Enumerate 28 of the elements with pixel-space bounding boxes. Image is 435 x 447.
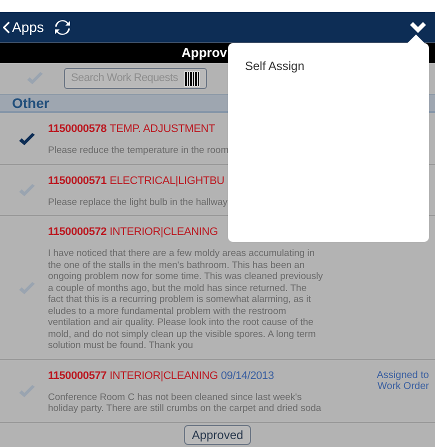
request-category: ELECTRICAL|LIGHTBU <box>110 174 224 188</box>
check-icon[interactable] <box>18 282 36 296</box>
request-description: Please reduce the temperature in the room <box>48 145 230 156</box>
request-category: INTERIOR|CLEANING <box>110 226 218 239</box>
request-number[interactable]: 1150000571 <box>48 174 107 188</box>
request-description: I have noticed that there are a few moldy areas accumulating in the one of the stalls in the men's bathroom. This has been an ongoing problem now for some time. This was cleaned previously a couple of months ago, but the mold has since returned. The fact that this is a recurring problem is somewhat alarming, as it eludes to a more fundamental problem with the restroom ventilation and air quality. Please look into the root cause of the mold, and do not simply clean up the visible spores. A long term solution must be found. Thank you <box>48 248 324 352</box>
page-title: Approv <box>182 44 227 62</box>
request-date: 09/14/2013 <box>220 370 274 382</box>
check-icon[interactable] <box>18 132 36 147</box>
section-title: Other <box>12 94 50 112</box>
refresh-icon[interactable] <box>54 20 71 34</box>
back-button[interactable]: Apps <box>3 16 44 38</box>
request-description: Please replace the light bulb in the hallway <box>48 196 229 208</box>
request-category: INTERIOR|CLEANING <box>110 370 218 382</box>
request-number[interactable]: 1150000577 <box>48 370 107 382</box>
request-description: Conference Room C has not been cleaned since last week's holiday party. There are still crumbs on the carpet and dried soda <box>48 392 322 414</box>
request-category: TEMP. ADJUSTMENT <box>110 123 215 136</box>
approved-button[interactable]: Approved <box>184 424 252 444</box>
barcode-icon[interactable] <box>184 70 200 86</box>
request-status: Assigned to Work Order <box>376 370 429 392</box>
check-icon[interactable] <box>18 184 36 198</box>
request-number[interactable]: 1150000572 <box>48 226 107 239</box>
chevron-down-icon[interactable] <box>410 22 426 32</box>
chevron-left-icon <box>3 20 10 34</box>
request-number[interactable]: 1150000578 <box>48 123 107 136</box>
check-icon[interactable] <box>18 385 36 399</box>
check-icon[interactable] <box>26 72 44 86</box>
menu-item[interactable]: Self Assign <box>245 57 429 75</box>
